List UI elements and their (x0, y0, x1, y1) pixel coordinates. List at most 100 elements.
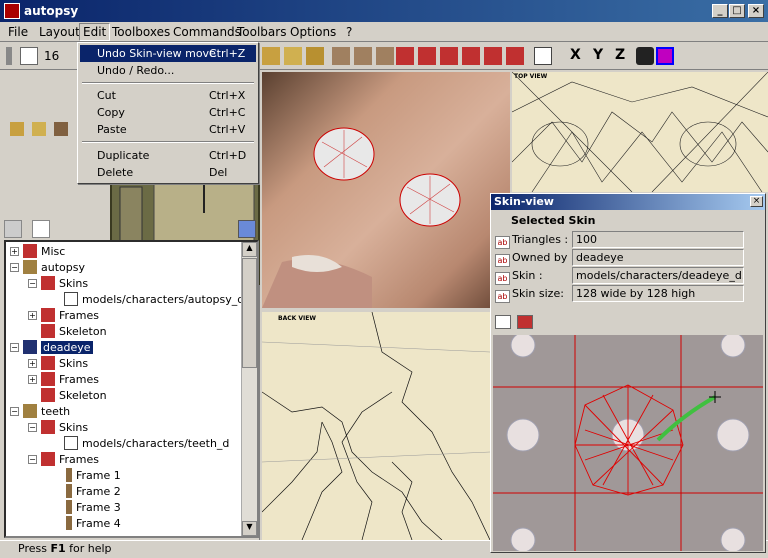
tree-row-skins[interactable]: + Skins (28, 356, 88, 372)
close-button[interactable]: × (748, 4, 764, 18)
object-group-icon[interactable] (32, 122, 46, 136)
tree-row-frames[interactable]: + Frames (28, 372, 99, 388)
cube-icon[interactable] (262, 47, 280, 65)
menu-item-duplicate[interactable]: Duplicate Ctrl+D (80, 147, 256, 164)
axis-z-button[interactable]: Z (615, 47, 625, 63)
linear-tool-icon[interactable] (396, 47, 414, 65)
lock-icon[interactable] (238, 220, 256, 238)
maximize-button[interactable]: □ (729, 4, 745, 18)
move-tool-icon[interactable] (440, 47, 458, 65)
prop-skin-size-value[interactable]: 128 wide by 128 high (572, 285, 744, 302)
tree-row-misc[interactable]: + Misc (10, 244, 65, 260)
back-view[interactable]: BACK VIEW (262, 312, 490, 540)
frame-icon (66, 468, 72, 482)
menu-toolbars[interactable]: Toolbars (237, 25, 286, 39)
3d-view-icon[interactable] (636, 47, 654, 65)
skeleton-icon (41, 324, 55, 338)
tree-row-skins[interactable]: − Skins (28, 276, 88, 292)
text-field-icon: ab (495, 236, 510, 249)
skin-toolbar-edit-icon[interactable] (517, 315, 533, 329)
tree-row-frames[interactable]: + Frames (28, 308, 99, 324)
prop-triangles-value[interactable]: 100 (572, 231, 744, 248)
object-cube-icon[interactable] (10, 122, 24, 136)
vertex-tool-icon[interactable] (484, 47, 502, 65)
menu-item-cut[interactable]: Cut Ctrl+X (80, 87, 256, 104)
skins-icon (41, 356, 55, 370)
grid-icon[interactable] (20, 47, 38, 65)
sphere-icon[interactable] (284, 47, 302, 65)
skin-file-icon (64, 436, 78, 450)
box-icon[interactable] (306, 47, 324, 65)
top-view[interactable]: TOP VIEW (512, 72, 768, 192)
text-field-icon: ab (495, 272, 510, 285)
tree-row-skins[interactable]: − Skins (28, 420, 88, 436)
frame-icon (66, 484, 72, 498)
cut-tool-icon[interactable] (462, 47, 480, 65)
edit-menu-dropdown: Undo Skin-view move Ctrl+Z Undo / Redo...… (77, 42, 259, 184)
axis-y-button[interactable]: Y (593, 47, 603, 63)
tree-row-deadeye[interactable]: − deadeye (10, 340, 93, 356)
text-field-icon: ab (495, 290, 510, 303)
tree-row-teeth[interactable]: − teeth (10, 404, 70, 420)
skeleton-icon (41, 388, 55, 402)
tree-row-frame[interactable]: Frame 1 (66, 468, 121, 484)
scroll-down-icon[interactable]: ▼ (242, 521, 257, 536)
textured-3d-view[interactable] (262, 72, 510, 308)
prop-skin-size-label: ab Skin size: (495, 285, 564, 303)
scroll-up-icon[interactable]: ▲ (242, 242, 257, 257)
menu-layout[interactable]: Layout (39, 25, 80, 39)
mirror-icon[interactable] (376, 47, 394, 65)
skin-toolbar-list-icon[interactable] (495, 315, 511, 329)
color-icon[interactable] (656, 47, 674, 65)
menu-item-delete[interactable]: Delete Del (80, 164, 256, 181)
tree-row-frames[interactable]: − Frames (28, 452, 99, 468)
menu-item-copy[interactable]: Copy Ctrl+C (80, 104, 256, 121)
model-tree[interactable]: + Misc − autopsy − Skins models/characters/… (4, 240, 259, 538)
teeth-mesh[interactable] (292, 254, 342, 272)
skin-view-close-button[interactable]: × (750, 196, 763, 207)
model-icon (23, 260, 37, 274)
tree-row-skeleton[interactable]: Skeleton (41, 324, 107, 340)
prop-skin-value[interactable]: models/characters/deadeye_d.tga (572, 267, 744, 284)
gauge-slider[interactable] (119, 186, 143, 244)
frames-icon (41, 372, 55, 386)
tree-row-skin-file[interactable]: models/characters/teeth_d (64, 436, 229, 452)
rotate-icon[interactable] (332, 47, 350, 65)
menu-file[interactable]: File (8, 25, 28, 39)
menu-commands[interactable]: Commands (173, 25, 241, 39)
skin-texture-view[interactable] (493, 335, 763, 551)
axis-x-button[interactable]: X (570, 47, 581, 63)
tree-row-frame[interactable]: Frame 3 (66, 500, 121, 516)
tree-row-frame[interactable]: Frame 2 (66, 484, 121, 500)
menu-help[interactable]: ? (346, 25, 352, 39)
minimize-button[interactable]: _ (712, 4, 728, 18)
tree-tab-edit-icon[interactable] (32, 220, 50, 238)
tree-scrollbar[interactable]: ▲ ▼ (241, 242, 257, 536)
tree-row-frame[interactable]: Frame 4 (66, 516, 121, 532)
tree-row-skin-file[interactable]: models/characters/autopsy_d (64, 292, 244, 308)
menu-options[interactable]: Options (290, 25, 336, 39)
frame-icon (66, 516, 72, 530)
misc-icon (23, 244, 37, 258)
menu-edit[interactable]: Edit (79, 23, 111, 41)
tree-row-skeleton[interactable]: Skeleton (41, 388, 107, 404)
selected-skin-heading: Selected Skin (511, 214, 596, 227)
object-link-icon[interactable] (54, 122, 68, 136)
face-tool-icon[interactable] (506, 47, 524, 65)
menu-item-undo-redo[interactable]: Undo / Redo... (80, 62, 256, 79)
document-icon[interactable] (534, 47, 552, 65)
frames-icon (41, 452, 55, 466)
text-field-icon: ab (495, 254, 510, 267)
menu-item-undo[interactable]: Undo Skin-view move Ctrl+Z (80, 45, 256, 62)
menu-item-paste[interactable]: Paste Ctrl+V (80, 121, 256, 138)
tree-tab-models-icon[interactable] (4, 220, 22, 238)
scale-tool-icon[interactable] (418, 47, 436, 65)
menu-toolboxes[interactable]: Toolboxes (112, 25, 170, 39)
flip-icon[interactable] (354, 47, 372, 65)
scroll-thumb[interactable] (242, 258, 257, 368)
prop-owner-label: ab Owned by : (495, 249, 575, 267)
prop-owner-value[interactable]: deadeye (572, 249, 744, 266)
tree-row-autopsy[interactable]: − autopsy (10, 260, 85, 276)
grid-size-value[interactable]: 16 (44, 49, 59, 63)
menu-separator (82, 141, 254, 143)
